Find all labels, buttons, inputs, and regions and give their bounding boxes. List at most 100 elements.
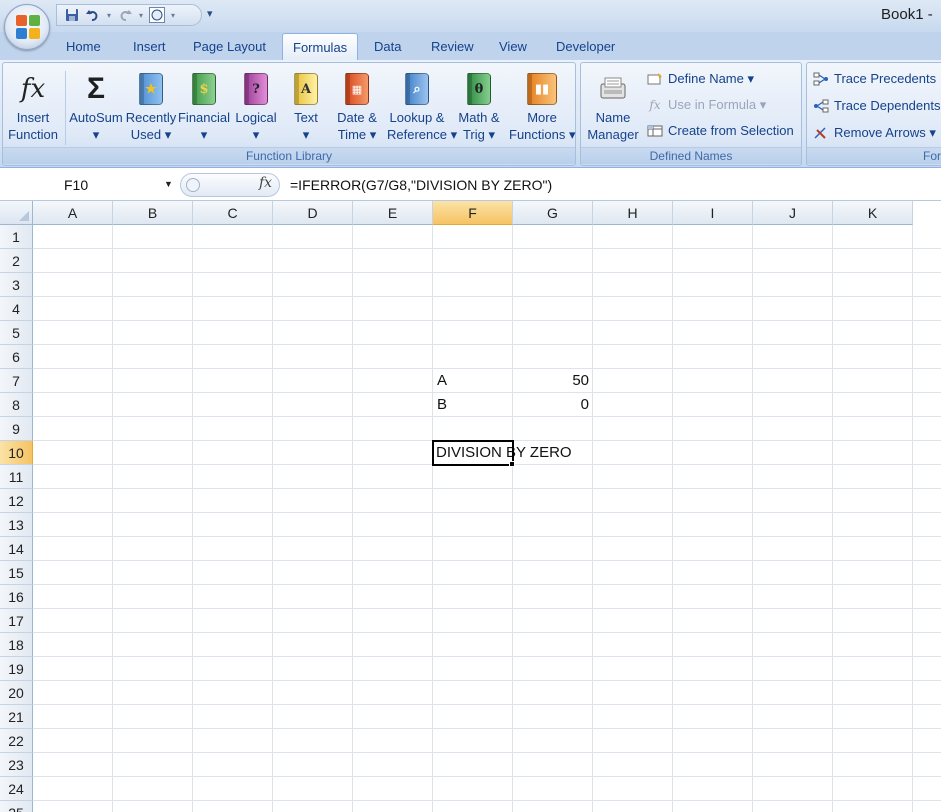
row-header-22[interactable]: 22: [0, 729, 33, 753]
row-header-5[interactable]: 5: [0, 321, 33, 345]
select-all-button[interactable]: [0, 201, 33, 225]
more-functions-button[interactable]: ▮▮ More Functions ▾: [509, 69, 576, 143]
undo-dropdown-icon[interactable]: ▾: [105, 11, 113, 20]
column-header-D[interactable]: D: [273, 201, 353, 225]
remove-arrows-button[interactable]: Remove Arrows ▾: [813, 125, 936, 141]
lookup-reference-button[interactable]: ⌕ Lookup & Reference ▾: [387, 69, 458, 143]
row-header-11[interactable]: 11: [0, 465, 33, 489]
row-header-12[interactable]: 12: [0, 489, 33, 513]
recently-used-button[interactable]: ★ Recently Used ▾: [121, 69, 181, 143]
undo-icon[interactable]: [84, 6, 102, 24]
row-header-16[interactable]: 16: [0, 585, 33, 609]
name-box[interactable]: F10: [0, 173, 178, 197]
row-header-21[interactable]: 21: [0, 705, 33, 729]
cell-F7[interactable]: A: [437, 369, 447, 393]
name-manager-label-2: Manager: [587, 127, 639, 142]
tab-insert[interactable]: Insert: [133, 39, 166, 54]
gridline-vertical: [512, 225, 513, 812]
create-from-selection-button[interactable]: Create from Selection: [647, 123, 794, 138]
redo-icon[interactable]: [116, 6, 134, 24]
gridline-vertical: [832, 225, 833, 812]
function-library-group: fx Insert Function Σ AutoSum ▾ ★ Recentl…: [2, 62, 576, 166]
column-header-A[interactable]: A: [33, 201, 113, 225]
row-header-9[interactable]: 9: [0, 417, 33, 441]
row-header-17[interactable]: 17: [0, 609, 33, 633]
use-in-formula-button[interactable]: fx Use in Formula ▾: [647, 97, 766, 113]
column-header-F[interactable]: F: [433, 201, 513, 225]
row-header-10[interactable]: 10: [0, 441, 33, 465]
cell-G7[interactable]: 50: [513, 369, 589, 393]
cell-F8[interactable]: B: [437, 393, 447, 417]
row-header-4[interactable]: 4: [0, 297, 33, 321]
gridline-horizontal: [33, 728, 941, 729]
gridline-horizontal: [33, 416, 941, 417]
name-manager-button[interactable]: Name Manager: [583, 69, 643, 143]
tab-data[interactable]: Data: [374, 39, 401, 54]
date-time-button[interactable]: ▦ Date & Time ▾: [327, 69, 387, 143]
trace-precedents-button[interactable]: Trace Precedents: [813, 71, 936, 86]
name-box-dropdown-icon[interactable]: ▼: [164, 179, 173, 189]
row-header-15[interactable]: 15: [0, 561, 33, 585]
column-header-E[interactable]: E: [353, 201, 433, 225]
use-in-formula-label: Use in Formula ▾: [668, 97, 767, 112]
math-book-icon: θ: [467, 73, 491, 105]
define-name-button[interactable]: Define Name ▾: [647, 71, 754, 87]
lookup-label-2: Reference ▾: [387, 127, 458, 142]
row-header-18[interactable]: 18: [0, 633, 33, 657]
row-header-1[interactable]: 1: [0, 225, 33, 249]
star-book-icon: ★: [139, 73, 163, 105]
row-header-2[interactable]: 2: [0, 249, 33, 273]
financial-dropdown-icon: ▾: [200, 127, 208, 142]
row-header-23[interactable]: 23: [0, 753, 33, 777]
office-button[interactable]: [4, 4, 50, 50]
autosum-button[interactable]: Σ AutoSum ▾: [66, 69, 126, 143]
customize-toolbar-icon[interactable]: ▾: [207, 7, 213, 20]
column-header-H[interactable]: H: [593, 201, 673, 225]
row-header-13[interactable]: 13: [0, 513, 33, 537]
tab-home[interactable]: Home: [66, 39, 101, 54]
column-header-C[interactable]: C: [193, 201, 273, 225]
column-header-G[interactable]: G: [513, 201, 593, 225]
create-from-selection-label: Create from Selection: [668, 123, 794, 138]
column-header-K[interactable]: K: [833, 201, 913, 225]
insert-function-button[interactable]: fx Insert Function: [3, 69, 63, 143]
trace-dependents-button[interactable]: Trace Dependents: [813, 98, 940, 113]
gridline-horizontal: [33, 776, 941, 777]
fill-handle[interactable]: [509, 461, 515, 467]
cell-G8[interactable]: 0: [513, 393, 589, 417]
row-header-3[interactable]: 3: [0, 273, 33, 297]
shape-dropdown-icon[interactable]: ▾: [169, 11, 177, 20]
column-header-B[interactable]: B: [113, 201, 193, 225]
save-icon[interactable]: [63, 6, 81, 24]
formula-input[interactable]: =IFERROR(G7/G8,"DIVISION BY ZERO"): [284, 173, 939, 197]
window-title: Book1 -: [881, 6, 933, 23]
row-header-25[interactable]: 25: [0, 801, 33, 812]
row-header-6[interactable]: 6: [0, 345, 33, 369]
title-bar: ▾ ▾ ▾ ▾ Book1 -: [0, 0, 941, 32]
tab-formulas[interactable]: Formulas: [282, 33, 359, 61]
gridline-horizontal: [33, 584, 941, 585]
insert-function-fx-icon[interactable]: fx: [259, 175, 272, 191]
math-trig-button[interactable]: θ Math & Trig ▾: [449, 69, 509, 143]
row-header-19[interactable]: 19: [0, 657, 33, 681]
tab-page-layout[interactable]: Page Layout: [193, 39, 266, 54]
tab-view[interactable]: View: [499, 39, 527, 54]
row-header-7[interactable]: 7: [0, 369, 33, 393]
row-header-14[interactable]: 14: [0, 537, 33, 561]
spreadsheet-grid[interactable]: ABCDEFGHIJK 1 2 3 4 5 6 7 8 9 10 11 12 13 14 15 16 17 18 1…: [0, 201, 941, 812]
gridline-horizontal: [33, 368, 941, 369]
column-header-J[interactable]: J: [753, 201, 833, 225]
column-header-I[interactable]: I: [673, 201, 753, 225]
gridline-horizontal: [33, 344, 941, 345]
row-header-24[interactable]: 24: [0, 777, 33, 801]
splitter-handle-icon[interactable]: [186, 178, 200, 192]
redo-dropdown-icon[interactable]: ▾: [137, 11, 145, 20]
tab-review[interactable]: Review: [431, 39, 474, 54]
row-header-20[interactable]: 20: [0, 681, 33, 705]
tab-developer[interactable]: Developer: [556, 39, 615, 54]
gridline-horizontal: [33, 704, 941, 705]
row-header-8[interactable]: 8: [0, 393, 33, 417]
circle-shape-icon[interactable]: [148, 6, 166, 24]
gridline-horizontal: [33, 296, 941, 297]
financial-button[interactable]: $ Financial ▾: [174, 69, 234, 143]
